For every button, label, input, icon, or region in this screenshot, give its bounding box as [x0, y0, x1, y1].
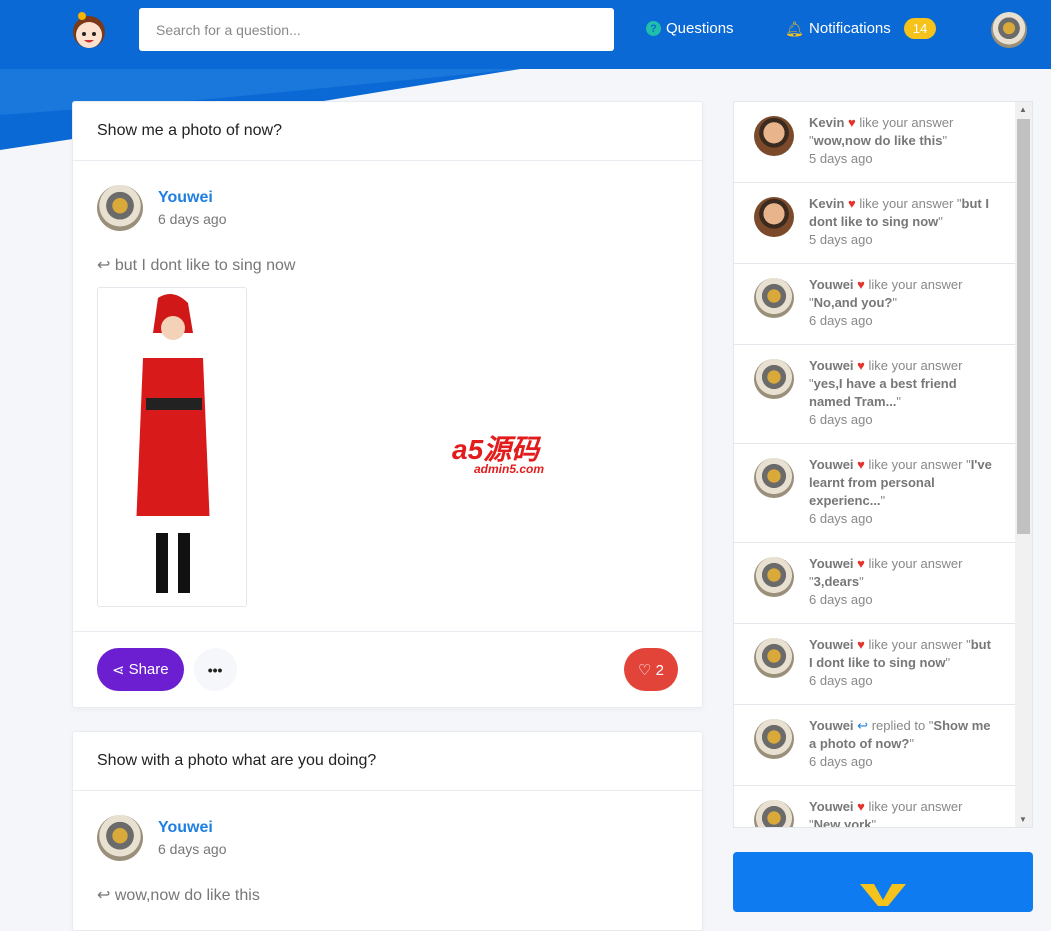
notification-user: Youwei	[809, 277, 854, 292]
search-input[interactable]	[139, 8, 614, 51]
notification-item[interactable]: Youwei ♥ like your answer "No,and you?" 6…	[734, 264, 1016, 345]
notifications-label: Notifications	[809, 20, 891, 37]
notification-item[interactable]: Youwei ♥ like your answer "yes,I have a …	[734, 345, 1016, 444]
notification-avatar	[754, 800, 794, 827]
question-title[interactable]: Show with a photo what are you doing?	[73, 732, 702, 791]
notification-item[interactable]: Kevin ♥ like your answer "wow,now do lik…	[734, 102, 1016, 183]
notification-avatar	[754, 197, 794, 237]
author-avatar[interactable]	[97, 185, 143, 231]
notifications-panel: Kevin ♥ like your answer "wow,now do lik…	[733, 101, 1033, 828]
notification-item[interactable]: Youwei ♥ like your answer "New york"6 da…	[734, 786, 1016, 828]
share-icon: ⋖	[112, 661, 125, 679]
notifications-link[interactable]: 🔔︎ Notifications 14	[785, 18, 937, 39]
notification-time: 6 days ago	[809, 511, 873, 526]
scroll-up-icon[interactable]: ▲	[1019, 105, 1027, 114]
notification-avatar	[754, 458, 794, 498]
notification-user: Youwei	[809, 358, 854, 373]
answer-text: wow,now do like this	[114, 887, 260, 904]
notification-action: replied to	[871, 718, 926, 733]
heart-icon: ♥	[848, 196, 856, 211]
notification-user: Youwei	[809, 457, 854, 472]
reply-icon: ↩	[97, 887, 111, 904]
notification-action: like your answer	[868, 457, 963, 472]
question-title[interactable]: Show me a photo of now?	[73, 102, 702, 161]
notification-user: Kevin	[809, 196, 845, 211]
heart-icon: ♥	[857, 457, 865, 472]
notification-user: Youwei	[809, 799, 854, 814]
notification-time: 6 days ago	[809, 313, 873, 328]
heart-icon: ♥	[857, 637, 865, 652]
notification-action: like your answer	[868, 799, 963, 814]
notification-time: 6 days ago	[809, 412, 873, 427]
answer-photo[interactable]	[97, 287, 247, 607]
share-button[interactable]: ⋖ Share	[97, 648, 184, 691]
notification-item[interactable]: Youwei ♥ like your answer "3,dears" 6 day…	[734, 543, 1016, 624]
notification-time: 6 days ago	[809, 673, 873, 688]
notification-action: like your answer	[868, 277, 963, 292]
more-options-button[interactable]: •••	[193, 648, 237, 691]
notification-action: like your answer	[868, 358, 963, 373]
share-label: Share	[128, 661, 169, 678]
notification-time: 6 days ago	[809, 754, 873, 769]
heart-icon: ♥	[857, 799, 865, 814]
notification-target: wow,now do like this	[813, 133, 943, 148]
author-name[interactable]: Youwei	[158, 819, 227, 837]
heart-icon: ♥	[857, 277, 865, 292]
answer-text: but I dont like to sing now	[114, 257, 296, 274]
like-button[interactable]: ♡ 2	[624, 648, 678, 691]
medal-icon	[860, 884, 906, 906]
post-time: 6 days ago	[158, 841, 227, 857]
scroll-down-icon[interactable]: ▼	[1019, 815, 1027, 824]
notification-avatar	[754, 557, 794, 597]
notification-avatar	[754, 116, 794, 156]
heart-outline-icon: ♡	[638, 661, 652, 679]
notification-target: No,and you?	[813, 295, 893, 310]
post-time: 6 days ago	[158, 211, 227, 227]
notification-target: New york	[813, 817, 872, 828]
author-name[interactable]: Youwei	[158, 189, 227, 207]
notification-avatar	[754, 719, 794, 759]
notification-item[interactable]: Youwei ↩ replied to "Show me a photo of …	[734, 705, 1016, 786]
notification-avatar	[754, 359, 794, 399]
author-avatar[interactable]	[97, 815, 143, 861]
notification-avatar	[754, 278, 794, 318]
notification-user: Kevin	[809, 115, 845, 130]
questions-label: Questions	[666, 20, 734, 37]
notification-item[interactable]: Kevin ♥ like your answer "but I dont lik…	[734, 183, 1016, 264]
notification-time: 5 days ago	[809, 151, 873, 166]
notification-user: Youwei	[809, 556, 854, 571]
bell-icon: 🔔︎	[785, 20, 805, 38]
notification-user: Youwei	[809, 637, 854, 652]
notification-action: like your answer	[859, 196, 954, 211]
notification-avatar	[754, 638, 794, 678]
notification-item[interactable]: Youwei ♥ like your answer "but I dont li…	[734, 624, 1016, 705]
question-card: Show with a photo what are you doing? Yo…	[72, 731, 703, 931]
reply-icon: ↩	[857, 718, 869, 733]
heart-icon: ♥	[857, 358, 865, 373]
notification-target: yes,I have a best friend named Tram...	[809, 376, 957, 409]
logo-icon[interactable]	[70, 10, 108, 50]
notification-target: 3,dears	[813, 574, 860, 589]
heart-icon: ♥	[857, 556, 865, 571]
notification-action: like your answer	[859, 115, 954, 130]
notification-action: like your answer	[868, 556, 963, 571]
like-count: 2	[655, 661, 664, 679]
notification-item[interactable]: Youwei ♥ like your answer "I've learnt f…	[734, 444, 1016, 543]
top-navbar: ? Questions 🔔︎Notifications 14	[0, 0, 1051, 69]
user-avatar[interactable]	[991, 12, 1027, 48]
scrollbar-thumb[interactable]	[1017, 119, 1030, 534]
notifications-badge: 14	[903, 18, 937, 39]
achievement-card	[733, 852, 1033, 912]
questions-link[interactable]: ? Questions	[646, 20, 734, 37]
watermark-logo: a5源码 admin5.com	[452, 434, 545, 476]
scrollbar[interactable]: ▲ ▼	[1015, 102, 1032, 827]
reply-icon: ↩	[97, 257, 111, 274]
notification-user: Youwei	[809, 718, 854, 733]
notification-time: 5 days ago	[809, 232, 873, 247]
heart-icon: ♥	[848, 115, 856, 130]
notification-action: like your answer	[868, 637, 963, 652]
question-icon: ?	[646, 21, 661, 36]
question-card: Show me a photo of now? Youwei 6 days ago…	[72, 101, 703, 708]
notification-time: 6 days ago	[809, 592, 873, 607]
